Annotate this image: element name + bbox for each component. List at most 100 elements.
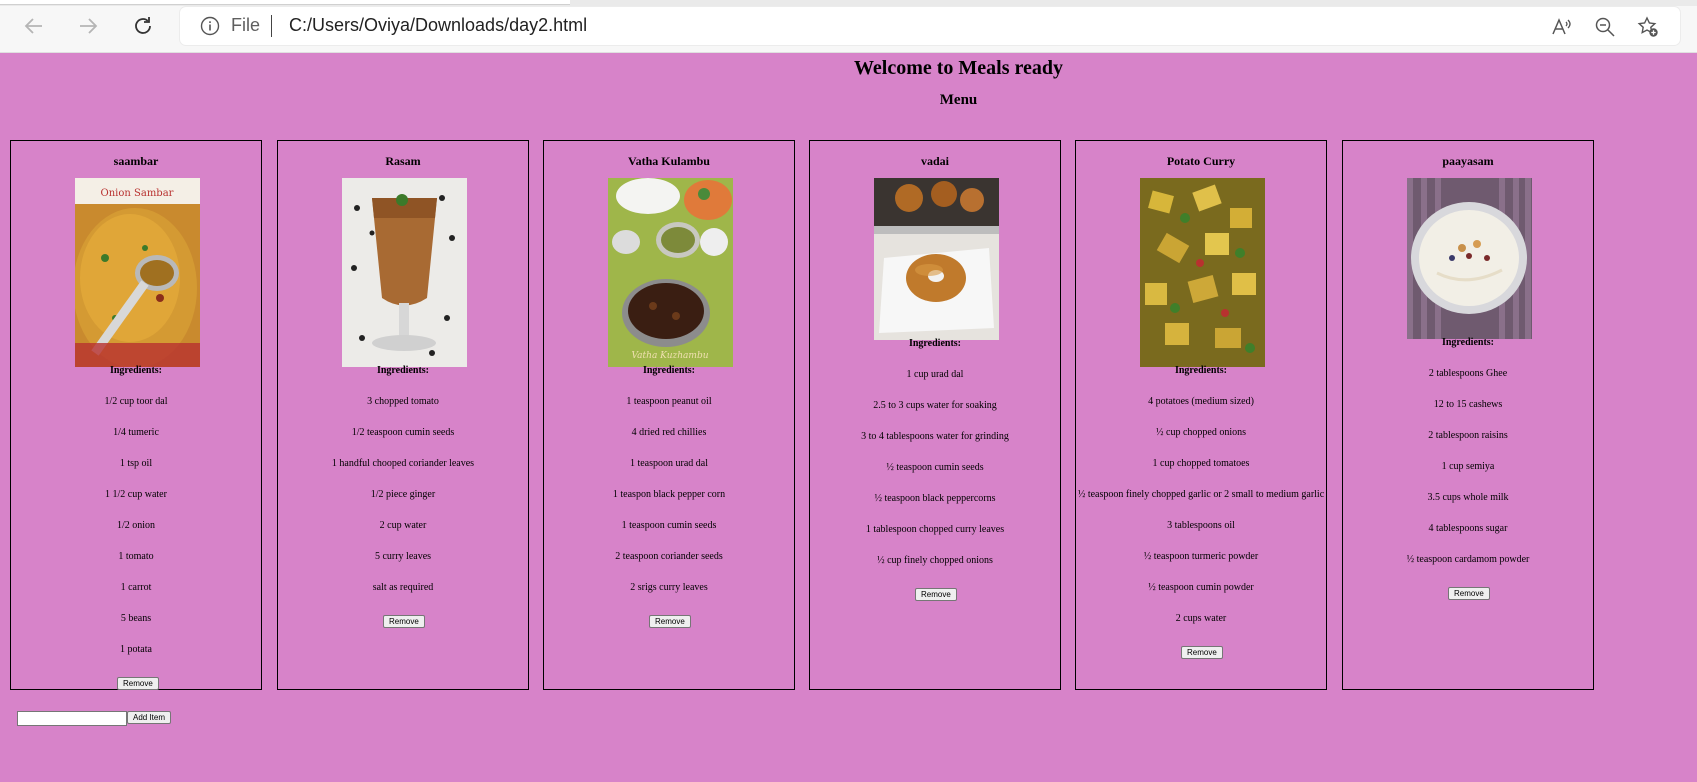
meal-name: Potato Curry <box>1166 154 1236 168</box>
ingredient: 3 chopped tomato <box>367 396 439 407</box>
ingredient: ½ cup chopped onions <box>1156 427 1246 438</box>
meal-card-paayasam: paayasam Ingredients: 2 tablespoons Ghee… <box>1342 140 1594 690</box>
ingredient: ½ teaspoon cumin powder <box>1148 582 1254 593</box>
ingredient: 2 tablespoon raisins <box>1428 430 1508 441</box>
address-separator <box>271 15 272 37</box>
remove-button[interactable]: Remove <box>383 615 425 628</box>
ingredient: 1 cup urad dal <box>906 369 964 380</box>
meal-image-vatha-kulambu: Vatha Kuzhambu <box>608 178 733 367</box>
ingredients-heading: Ingredients: <box>109 365 163 376</box>
remove-button[interactable]: Remove <box>915 588 957 601</box>
tab-strip <box>0 0 1697 6</box>
ingredient: 1 teaspoon urad dal <box>629 458 709 469</box>
ingredient: 2.5 to 3 cups water for soaking <box>873 400 997 411</box>
ingredient: 1 1/2 cup water <box>105 489 167 500</box>
meal-image-rasam <box>342 178 467 367</box>
remove-button[interactable]: Remove <box>1448 587 1490 600</box>
meal-image-potato-curry <box>1140 178 1265 367</box>
ingredient: 2 teaspoon coriander seeds <box>615 551 723 562</box>
ingredient: 5 beans <box>120 613 152 624</box>
favorites-button[interactable] <box>1636 15 1660 39</box>
info-icon[interactable] <box>200 16 220 36</box>
ingredient: 1/2 onion <box>116 520 156 531</box>
ingredient: 4 tablespoons sugar <box>1428 523 1508 534</box>
ingredients-heading: Ingredients: <box>1441 337 1495 348</box>
reload-button[interactable] <box>127 10 159 42</box>
ingredient: 4 potatoes (medium sized) <box>1148 396 1254 407</box>
ingredient: ½ teaspoon turmeric powder <box>1143 551 1259 562</box>
browser-toolbar: File C:/Users/Oviya/Downloads/day2.html <box>0 0 1697 53</box>
meal-name: Rasam <box>385 154 421 168</box>
ingredient: ½ teaspoon cumin seeds <box>886 462 984 473</box>
arrow-left-icon <box>24 18 42 34</box>
arrow-right-icon <box>80 18 98 34</box>
zoom-out-button[interactable] <box>1593 15 1617 39</box>
remove-button[interactable]: Remove <box>1181 646 1223 659</box>
ingredient: 1 handful chooped coriander leaves <box>331 458 475 469</box>
ingredient: 1/2 cup toor dal <box>104 396 168 407</box>
meal-image-vadai <box>874 178 999 340</box>
meal-name: paayasam <box>1442 154 1494 168</box>
ingredient: 1 tablespoon chopped curry leaves <box>865 524 1005 535</box>
meal-name: Vatha Kulambu <box>628 154 710 168</box>
ingredient: 1 tsp oil <box>119 458 153 469</box>
star-add-icon <box>1637 16 1658 37</box>
remove-button[interactable]: Remove <box>649 615 691 628</box>
ingredient: 1/4 tumeric <box>113 427 159 438</box>
ingredient: 1 teaspoon peanut oil <box>626 396 712 407</box>
meal-card-rasam: Rasam Ingredients: 3 chopped tomato 1/2 … <box>277 140 529 690</box>
meal-name: saambar <box>113 154 159 168</box>
active-tab-edge <box>0 0 570 5</box>
ingredient: 2 cups water <box>1175 613 1227 624</box>
ingredient: 1 teaspoon cumin seeds <box>621 520 717 531</box>
add-item-button[interactable]: Add Item <box>127 711 172 724</box>
ingredient: 1 tomato <box>118 551 154 562</box>
protocol-label: File <box>231 15 261 35</box>
ingredient: ½ cup finely chopped onions <box>877 555 993 566</box>
zoom-out-icon <box>1595 17 1615 37</box>
ingredient: 5 curry leaves <box>374 551 432 562</box>
url-text[interactable]: C:/Users/Oviya/Downloads/day2.html <box>289 15 587 36</box>
new-item-input[interactable] <box>17 711 127 726</box>
ingredient: 1 carrot <box>120 582 152 593</box>
ingredient: ½ teaspoon cardamom powder <box>1406 554 1530 565</box>
read-aloud-icon <box>1552 18 1571 35</box>
ingredient: 3.5 cups whole milk <box>1427 492 1509 503</box>
ingredient: 2 srigs curry leaves <box>630 582 708 593</box>
ingredient: 2 tablespoons Ghee <box>1428 368 1508 379</box>
address-bar[interactable]: File C:/Users/Oviya/Downloads/day2.html <box>180 7 1680 45</box>
meal-card-vadai: vadai Ingredients: 1 cup urad dal 2.5 to… <box>809 140 1061 690</box>
ingredient: ½ teaspoon black peppercorns <box>874 493 996 504</box>
ingredient: 2 cup water <box>379 520 427 531</box>
ingredients-heading: Ingredients: <box>642 365 696 376</box>
remove-button[interactable]: Remove <box>117 677 159 690</box>
meal-card-saambar: saambar Onion Sambar Ingredients: 1/2 cu… <box>10 140 262 690</box>
ingredient: 4 dried red chillies <box>631 427 707 438</box>
ingredient: 1/2 piece ginger <box>370 489 436 500</box>
meal-image-paayasam <box>1407 178 1532 339</box>
ingredient: salt as required <box>372 582 434 593</box>
meal-image-saambar: Onion Sambar <box>75 178 200 367</box>
ingredient: 1/2 teaspoon cumin seeds <box>351 427 455 438</box>
svg-text:Onion Sambar: Onion Sambar <box>101 188 174 199</box>
ingredient: 12 to 15 cashews <box>1433 399 1503 410</box>
ingredient: 3 to 4 tablespoons water for grinding <box>861 431 1009 442</box>
meal-card-potato-curry: Potato Curry Ingredients: 4 potatoes (me… <box>1075 140 1327 690</box>
ingredient: 1 teaspon black pepper corn <box>612 489 726 500</box>
meal-name: vadai <box>920 154 949 168</box>
ingredient: 3 tablespoons oil <box>1167 520 1235 531</box>
page-title: Welcome to Meals ready <box>853 57 1063 79</box>
svg-text:Vatha Kuzhambu: Vatha Kuzhambu <box>632 351 709 361</box>
forward-button[interactable] <box>72 10 104 42</box>
ingredient: 1 cup semiya <box>1441 461 1495 472</box>
ingredient: 1 cup chopped tomatoes <box>1152 458 1250 469</box>
reload-icon <box>135 17 151 34</box>
ingredients-heading: Ingredients: <box>908 338 962 349</box>
ingredients-heading: Ingredients: <box>1174 365 1228 376</box>
back-button[interactable] <box>18 10 50 42</box>
meal-card-vatha-kulambu: Vatha Kulambu Vatha Kuzhambu Ingredients… <box>543 140 795 690</box>
ingredients-heading: Ingredients: <box>376 365 430 376</box>
read-aloud-button[interactable] <box>1549 15 1573 39</box>
ingredient: ½ teaspoon finely chopped garlic or 2 sm… <box>1077 489 1325 500</box>
ingredient: 1 potata <box>120 644 152 655</box>
